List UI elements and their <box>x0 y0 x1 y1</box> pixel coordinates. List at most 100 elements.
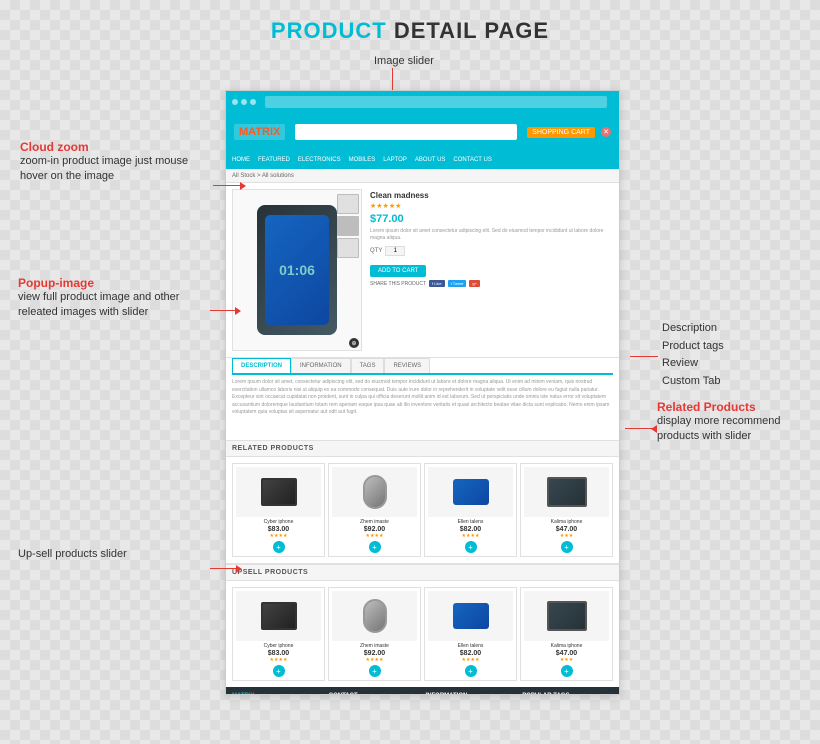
cloud-zoom-annotation: Cloud zoom zoom-in product image just mo… <box>20 140 210 185</box>
page-title: PRODUCT DETAIL PAGE <box>0 18 820 44</box>
product-price: $77.00 <box>370 213 611 225</box>
store-header: MATRIX SHOPPING CART ✕ <box>226 113 619 151</box>
product-description-short: Lorem ipsum dolor sit amet consectetur a… <box>370 228 611 242</box>
upsell-card-name-4: Kalima iphone <box>524 643 609 649</box>
add-upsell-2[interactable]: + <box>369 665 381 677</box>
product-section: 01:06 ⊕ Clean madness ★★★★★ $77 <box>226 183 619 358</box>
product-card-img-2 <box>332 467 417 517</box>
product-thumbnails <box>337 194 359 258</box>
add-upsell-4[interactable]: + <box>561 665 573 677</box>
product-phone-screen: 01:06 <box>265 215 329 325</box>
tab-tags[interactable]: TAGS <box>351 358 385 373</box>
upsell-card-price-1: $83.00 <box>236 650 321 657</box>
product-card-name-4: Kalima iphone <box>524 519 609 525</box>
desc-annotation-text: Description Product tags Review Custom T… <box>662 320 802 390</box>
product-card-stars-1: ★★★★ <box>236 533 321 539</box>
cloud-zoom-label: Cloud zoom <box>20 140 210 154</box>
footer-logo: MATRIX <box>232 693 323 695</box>
content-layer: PRODUCT DETAIL PAGE Image slider MATRIX <box>0 0 820 744</box>
product-tabs-nav: DESCRIPTION INFORMATION TAGS REVIEWS <box>232 358 613 375</box>
page-wrapper: PRODUCT DETAIL PAGE Image slider MATRIX <box>0 0 820 744</box>
tab-information[interactable]: INFORMATION <box>291 358 351 373</box>
related-connector-arrow <box>651 425 657 433</box>
product-name: Clean madness <box>370 191 611 200</box>
add-to-cart-button[interactable]: ADD TO CART <box>370 265 426 277</box>
upsell-card-stars-2: ★★★★ <box>332 657 417 663</box>
desc-connector-line <box>630 356 658 357</box>
tab-description[interactable]: DESCRIPTION <box>232 358 291 373</box>
store-cart[interactable]: SHOPPING CART <box>527 127 595 138</box>
store-logo: MATRIX <box>234 124 285 140</box>
upsell-card-stars-1: ★★★★ <box>236 657 321 663</box>
upsell-products-grid: Cyber iphone $83.00 ★★★★ + Zhem imaste $… <box>226 581 619 687</box>
popup-image-annotation: Popup-image view full product image and … <box>18 276 208 321</box>
tabs-section: DESCRIPTION INFORMATION TAGS REVIEWS Lor… <box>226 358 619 440</box>
facebook-share[interactable]: f Like <box>429 280 445 287</box>
gplus-share[interactable]: g+ <box>469 280 480 287</box>
nav-featured[interactable]: FEATURED <box>258 157 290 163</box>
upsell-card-name-1: Cyber iphone <box>236 643 321 649</box>
upsell-product-1: Cyber iphone $83.00 ★★★★ + <box>232 587 325 681</box>
upsell-connector-line <box>210 568 238 569</box>
add-related-3[interactable]: + <box>465 541 477 553</box>
share-row: SHARE THIS PRODUCT f Like t Tweet g+ <box>370 280 611 287</box>
upsell-tablet-icon <box>547 601 587 631</box>
product-thumb-3[interactable] <box>337 238 359 258</box>
footer-info-title: INFORMATION <box>426 693 517 695</box>
browser-topbar <box>226 91 619 113</box>
upsell-card-stars-4: ★★★ <box>524 657 609 663</box>
nav-contact[interactable]: CONTACT US <box>453 157 491 163</box>
nav-electronics[interactable]: ELECTRONICS <box>298 157 341 163</box>
twitter-share[interactable]: t Tweet <box>448 280 467 287</box>
upsell-annotation: Up-sell products slider <box>18 547 203 562</box>
product-card-price-2: $92.00 <box>332 526 417 533</box>
add-related-2[interactable]: + <box>369 541 381 553</box>
nav-about[interactable]: ABOUT US <box>415 157 446 163</box>
popup-image-desc: view full product image and other releat… <box>18 290 208 321</box>
add-related-4[interactable]: + <box>561 541 573 553</box>
store-navigation: HOME FEATURED ELECTRONICS MOBILES LAPTOP… <box>226 151 619 169</box>
related-product-3: Ellen talens $82.00 ★★★★ + <box>424 463 517 557</box>
zoom-icon[interactable]: ⊕ <box>349 338 359 348</box>
tab-reviews[interactable]: REVIEWS <box>384 358 430 373</box>
product-card-stars-2: ★★★★ <box>332 533 417 539</box>
add-upsell-1[interactable]: + <box>273 665 285 677</box>
cloud-zoom-desc: zoom-in product image just mouse hover o… <box>20 154 210 185</box>
product-thumb-2[interactable] <box>337 216 359 236</box>
upsell-iron-icon <box>453 603 489 629</box>
product-qty-row: QTY 1 <box>370 246 611 256</box>
product-card-price-1: $83.00 <box>236 526 321 533</box>
nav-home[interactable]: HOME <box>232 157 250 163</box>
store-search-bar[interactable] <box>295 124 517 140</box>
upsell-product-3: Ellen talens $82.00 ★★★★ + <box>424 587 517 681</box>
add-upsell-3[interactable]: + <box>465 665 477 677</box>
footer-col-4: POPULAR TAGS iphone Comfortable Really A… <box>522 693 613 695</box>
footer-tags-title: POPULAR TAGS <box>522 693 613 695</box>
tab-content: Lorem ipsum dolor sit amet, consectetur … <box>232 375 613 440</box>
product-info: Clean madness ★★★★★ $77.00 Lorem ipsum d… <box>368 189 613 351</box>
nav-mobiles[interactable]: MOBILES <box>349 157 376 163</box>
qty-label: QTY <box>370 248 382 254</box>
upsell-card-name-2: Zhem imaste <box>332 643 417 649</box>
upsell-card-name-3: Ellen talens <box>428 643 513 649</box>
product-thumb-1[interactable] <box>337 194 359 214</box>
iron-icon <box>453 479 489 505</box>
browser-dot-1 <box>232 99 238 105</box>
product-card-name-2: Zhem imaste <box>332 519 417 525</box>
nav-laptop[interactable]: LAPTOP <box>383 157 407 163</box>
qty-input[interactable]: 1 <box>385 246 405 256</box>
upsell-product-4: Kalima iphone $47.00 ★★★ + <box>520 587 613 681</box>
store-close-btn[interactable]: ✕ <box>601 127 611 137</box>
product-card-stars-4: ★★★ <box>524 533 609 539</box>
related-connector-line <box>625 428 653 429</box>
browser-dot-2 <box>241 99 247 105</box>
product-card-stars-3: ★★★★ <box>428 533 513 539</box>
product-card-price-4: $47.00 <box>524 526 609 533</box>
footer-col-3: INFORMATION About usDeliveryContact UsIn… <box>426 693 517 695</box>
add-related-1[interactable]: + <box>273 541 285 553</box>
browser-dot-3 <box>250 99 256 105</box>
product-card-name-3: Ellen talens <box>428 519 513 525</box>
footer-col-2: CONTACT Emailbgleach@Phone+000.000.000Ad… <box>329 693 420 695</box>
related-products-grid: Cyber iphone $83.00 ★★★★ + Zhem imaste $… <box>226 457 619 563</box>
upsell-label: Up-sell products slider <box>18 547 203 562</box>
